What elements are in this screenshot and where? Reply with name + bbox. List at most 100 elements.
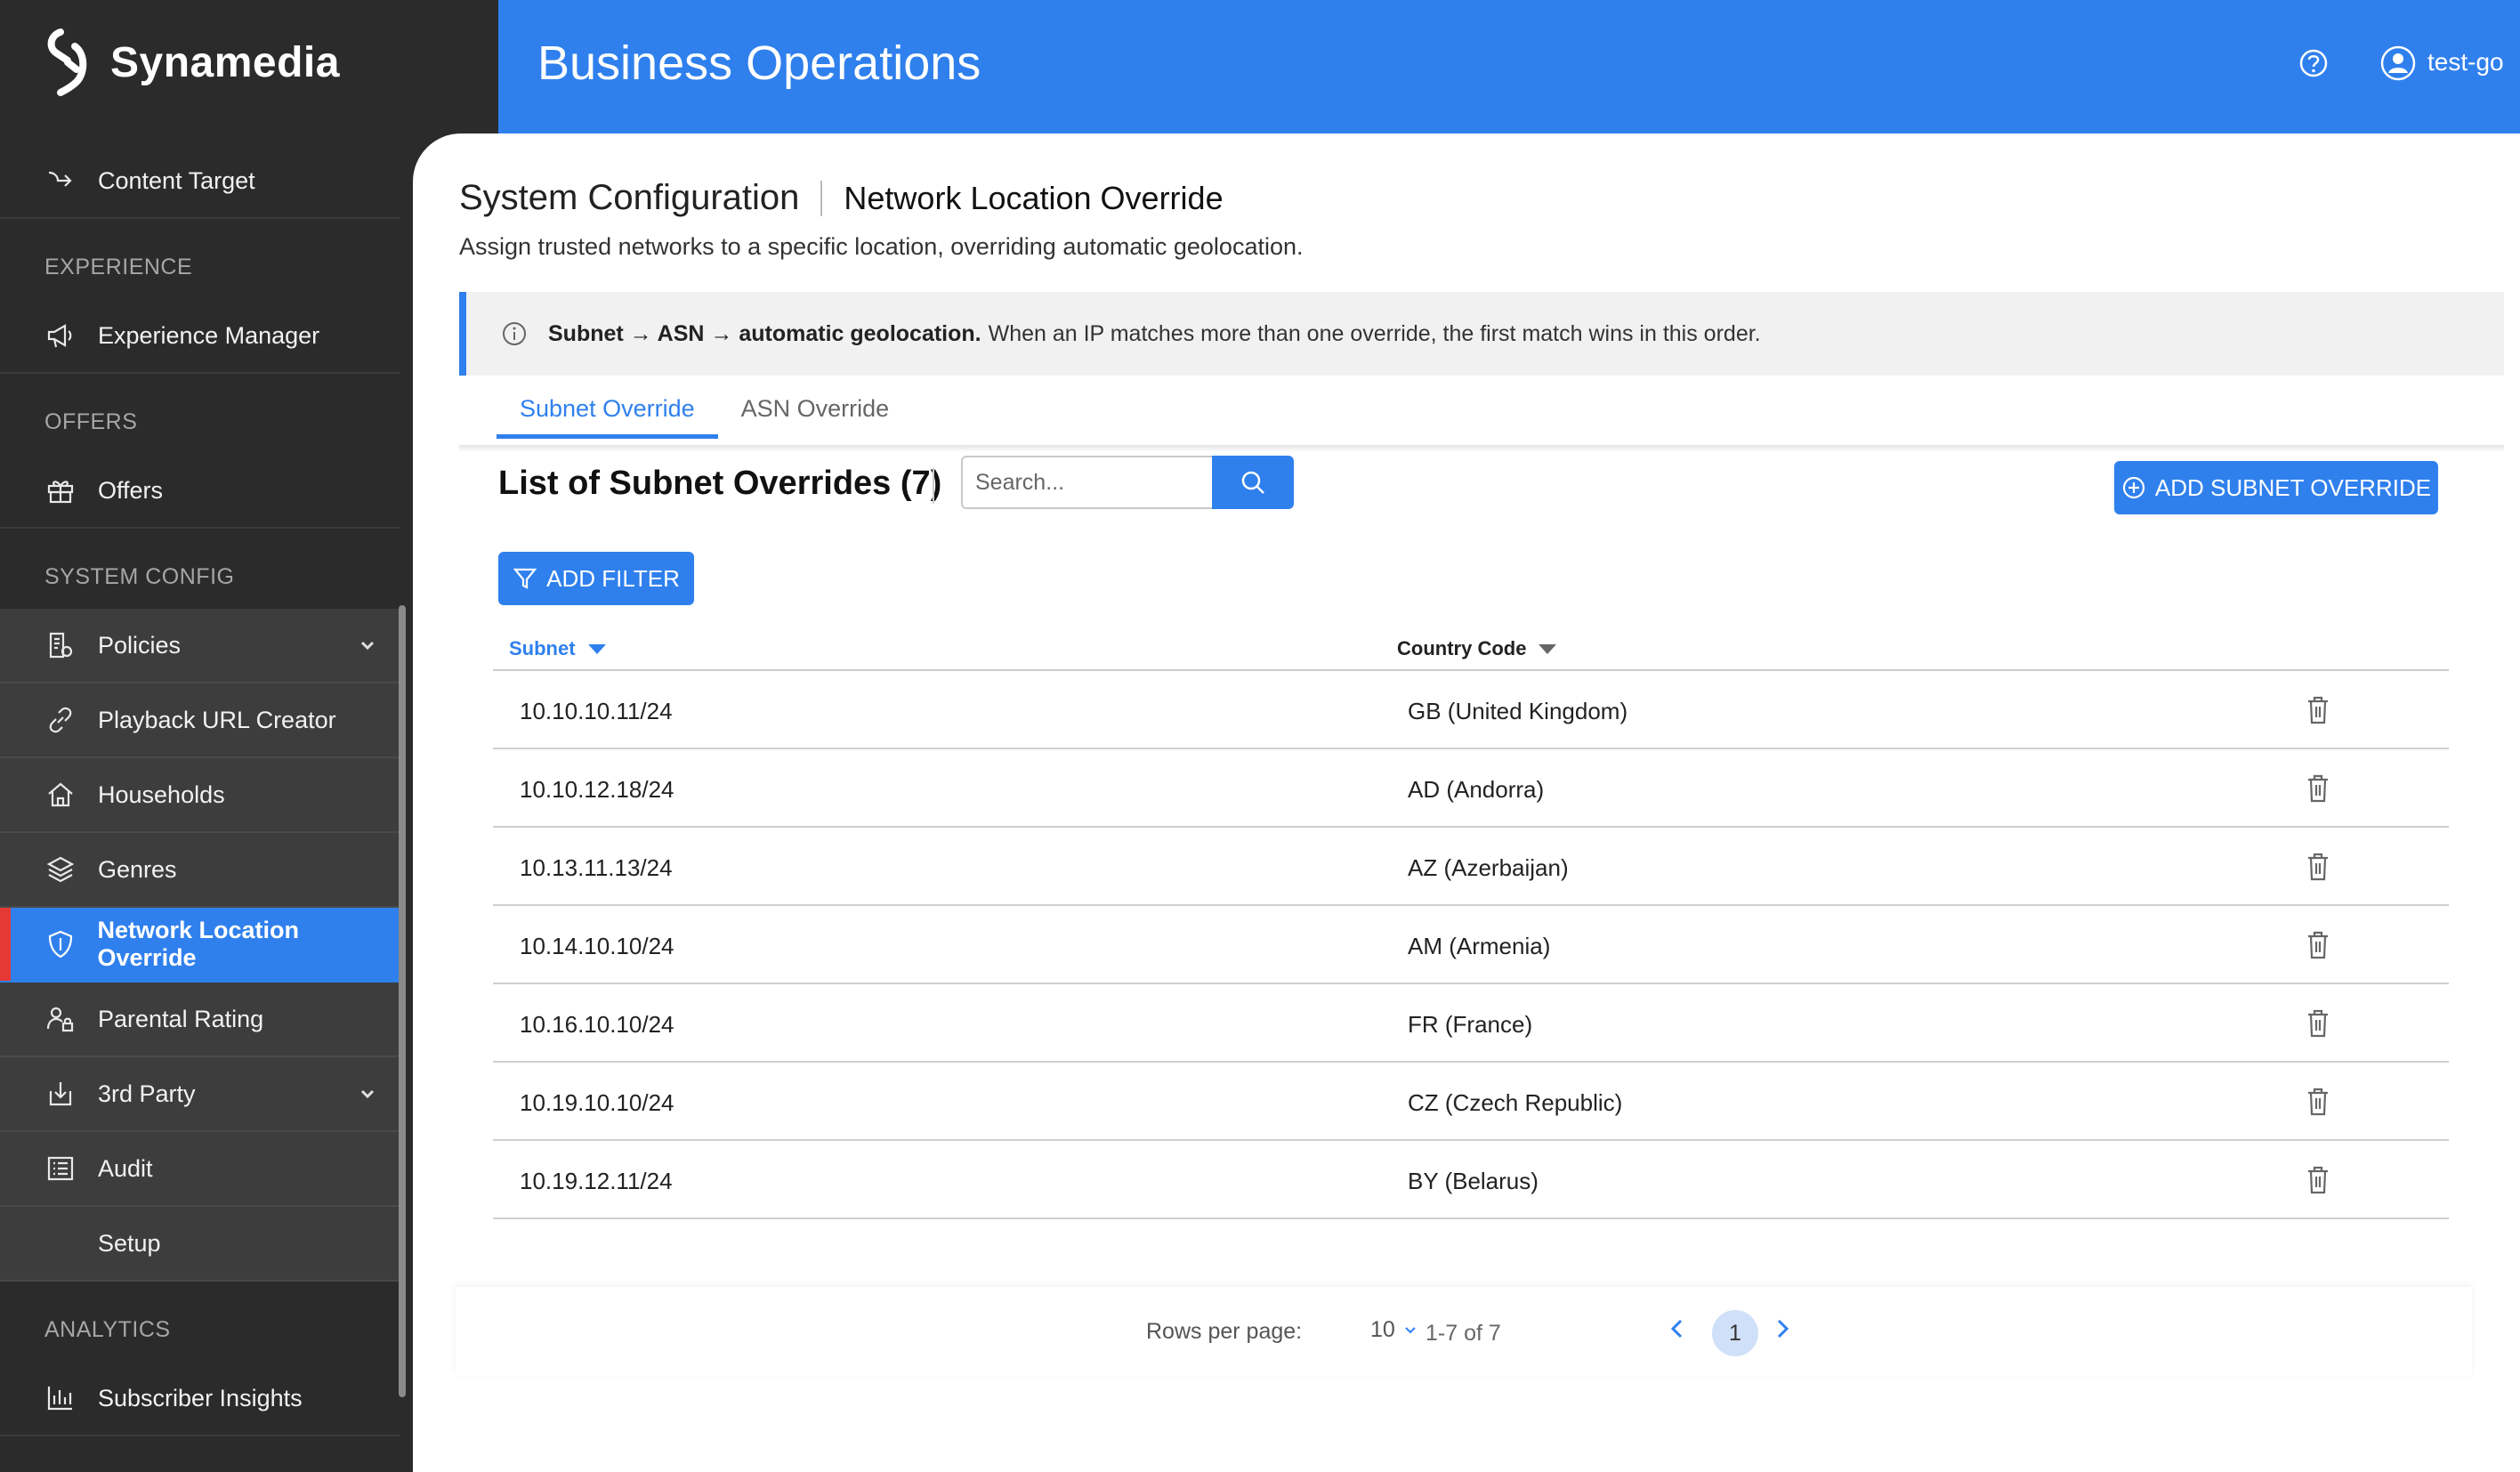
cell-country-code: AM (Armenia) [1408, 933, 1551, 959]
sidebar-item-content-target[interactable]: Content Target [0, 144, 400, 219]
sidebar-item-label: Policies [98, 631, 182, 659]
cell-country-code: CZ (Czech Republic) [1408, 1089, 1623, 1116]
delete-icon[interactable] [2303, 694, 2333, 726]
tab-subnet-override[interactable]: Subnet Override [497, 383, 718, 439]
cell-country-code: AZ (Azerbaijan) [1408, 854, 1569, 881]
help-icon[interactable] [2297, 46, 2330, 80]
cell-subnet: 10.14.10.10/24 [520, 933, 674, 959]
delete-icon[interactable] [2303, 929, 2333, 961]
main-panel: System Configuration Network Location Ov… [413, 133, 2520, 1472]
parental-icon [44, 1003, 77, 1035]
chevron-down-icon[interactable] [358, 635, 377, 655]
sidebar-item-playback-url-creator[interactable]: Playback URL Creator [0, 683, 400, 758]
link-icon [44, 704, 77, 736]
user-name[interactable]: test-go [2427, 48, 2504, 77]
delete-icon[interactable] [2303, 1164, 2333, 1196]
delete-icon[interactable] [2303, 1086, 2333, 1118]
search-button[interactable] [1212, 456, 1294, 509]
table-row[interactable]: 10.19.10.10/24 CZ (Czech Republic) [493, 1063, 2449, 1141]
search-input[interactable] [961, 456, 1212, 509]
sidebar-item-label: Subscriber Insights [98, 1384, 303, 1411]
tabs-divider [459, 445, 2504, 452]
page-number-button[interactable]: 1 [1712, 1310, 1758, 1356]
chevron-right-icon [1777, 1319, 1789, 1339]
shield-icon [44, 928, 77, 960]
filter-icon [513, 568, 537, 589]
column-header-country-code[interactable]: Country Code [1397, 637, 1557, 660]
pagination-range: 1-7 of 7 [1426, 1321, 1501, 1346]
add-subnet-override-button[interactable]: ADD SUBNET OVERRIDE [2114, 461, 2438, 514]
info-banner-text: When an IP matches more than one overrid… [988, 320, 1761, 346]
delete-icon[interactable] [2303, 851, 2333, 883]
sidebar-item-experience-manager[interactable]: Experience Manager [0, 299, 400, 374]
info-banner: Subnet → ASN → automatic geolocation. Wh… [459, 292, 2504, 376]
sidebar-item-network-location-override[interactable]: Network Location Override [0, 908, 400, 983]
section-label-system-config: SYSTEM CONFIG [44, 564, 235, 589]
sidebar-item-label: Offers [98, 476, 164, 504]
chevron-down-icon[interactable] [358, 1084, 377, 1104]
sidebar-item-parental-rating[interactable]: Parental Rating [0, 983, 400, 1057]
policy-icon [44, 629, 77, 661]
table-row[interactable]: 10.10.10.11/24 GB (United Kingdom) [493, 671, 2449, 749]
tab-asn-override[interactable]: ASN Override [718, 383, 913, 439]
cell-country-code: FR (France) [1408, 1011, 1533, 1038]
cell-subnet: 10.13.11.13/24 [520, 854, 673, 881]
sidebar-item-label: Content Target [98, 166, 255, 194]
sidebar-item-3rd-party[interactable]: 3rd Party [0, 1057, 400, 1132]
sort-desc-icon [587, 643, 606, 654]
sidebar-item-genres[interactable]: Genres [0, 833, 400, 908]
chevron-down-icon [1405, 1326, 1416, 1333]
sidebar-item-label: Households [98, 780, 225, 808]
table-row[interactable]: 10.10.12.18/24 AD (Andorra) [493, 749, 2449, 828]
delete-icon[interactable] [2303, 1007, 2333, 1039]
table-row[interactable]: 10.13.11.13/24 AZ (Azerbaijan) [493, 828, 2449, 906]
table-row[interactable]: 10.14.10.10/24 AM (Armenia) [493, 906, 2449, 984]
info-icon [500, 319, 529, 348]
subnet-table: Subnet Country Code 10.10.10.11/24 GB (Un… [493, 628, 2449, 1219]
sidebar-item-households[interactable]: Households [0, 758, 400, 833]
add-filter-label: ADD FILTER [546, 564, 680, 592]
cell-subnet: 10.10.10.11/24 [520, 698, 673, 724]
cell-country-code: AD (Andorra) [1408, 776, 1545, 803]
table-row[interactable]: 10.16.10.10/24 FR (France) [493, 984, 2449, 1063]
search-icon [1241, 471, 1264, 494]
sidebar-item-label: Genres [98, 855, 177, 883]
sidebar-item-label: Audit [98, 1154, 153, 1182]
sidebar-scrollbar[interactable] [399, 605, 406, 1397]
sidebar-item-label: Experience Manager [98, 321, 320, 349]
sidebar-item-offers[interactable]: Offers [0, 454, 400, 529]
bar-chart-icon [44, 1382, 77, 1414]
column-header-label: Subnet [509, 637, 576, 659]
brand-logo[interactable]: Synamedia [41, 27, 340, 98]
sidebar-item-label: Playback URL Creator [98, 706, 336, 733]
layers-icon [44, 853, 77, 886]
table-header: Subnet Country Code [493, 628, 2449, 671]
home-icon [44, 779, 77, 811]
breadcrumb-root[interactable]: System Configuration [459, 178, 799, 218]
delete-icon[interactable] [2303, 772, 2333, 805]
user-avatar-icon[interactable] [2379, 44, 2417, 82]
cell-subnet: 10.10.12.18/24 [520, 776, 674, 803]
sidebar-item-subscriber-insights[interactable]: Subscriber Insights [0, 1362, 400, 1436]
next-page-button[interactable] [1767, 1314, 1797, 1344]
rows-per-page-select[interactable]: 10 [1370, 1317, 1418, 1343]
list-icon [44, 1153, 77, 1185]
previous-page-button[interactable] [1662, 1314, 1692, 1344]
add-filter-button[interactable]: ADD FILTER [498, 552, 694, 605]
sidebar-item-setup[interactable]: Setup [0, 1207, 400, 1282]
pagination-bar: Rows per page: 10 1-7 of 7 1 [456, 1287, 2472, 1376]
override-tabs: Subnet Override ASN Override [497, 383, 912, 439]
table-row[interactable]: 10.19.12.11/24 BY (Belarus) [493, 1141, 2449, 1219]
sidebar-item-policies[interactable]: Policies [0, 609, 400, 683]
brand-name: Synamedia [110, 38, 340, 86]
breadcrumb: System Configuration Network Location Ov… [459, 178, 1224, 218]
app-title: Business Operations [537, 36, 981, 90]
sidebar-item-audit[interactable]: Audit [0, 1132, 400, 1207]
list-title-divider [933, 468, 934, 504]
sidebar-item-label: Parental Rating [98, 1005, 264, 1032]
page-subtitle: Assign trusted networks to a specific lo… [459, 233, 1304, 260]
sidebar-item-label: Setup [98, 1229, 161, 1257]
cell-subnet: 10.19.10.10/24 [520, 1089, 674, 1116]
arrow-right-icon [44, 165, 77, 197]
column-header-subnet[interactable]: Subnet [509, 637, 606, 660]
